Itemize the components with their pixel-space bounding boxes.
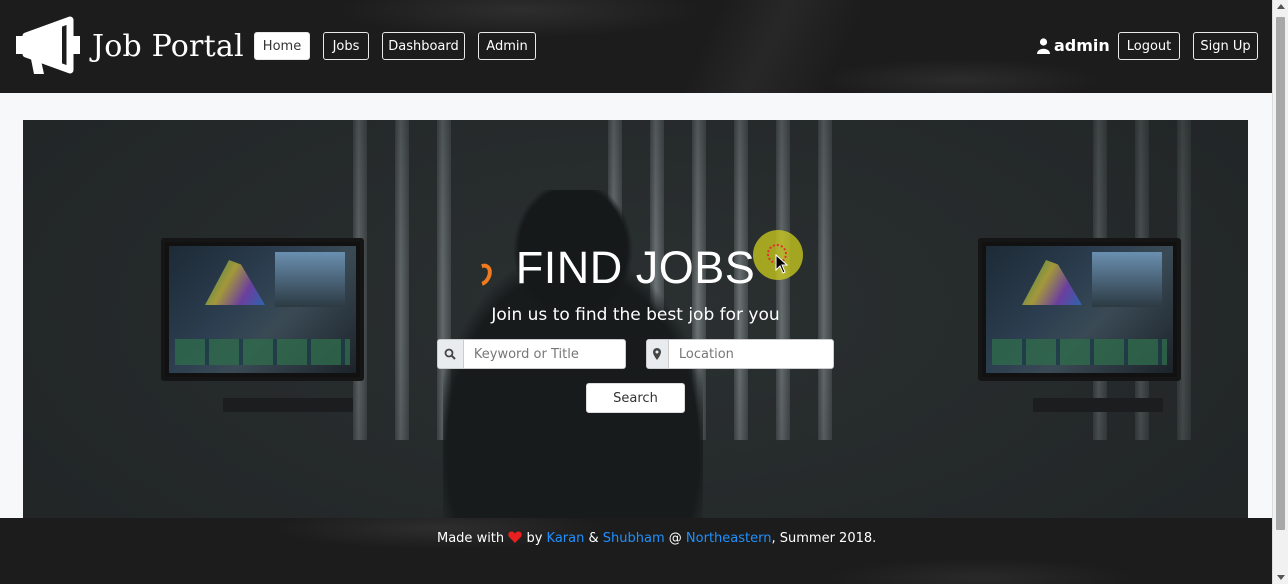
brand[interactable]: Job Portal: [12, 16, 244, 76]
scroll-down-arrow-icon[interactable]: [1277, 575, 1285, 580]
footer-at: @: [668, 531, 682, 546]
hero-title: FIND JOBS: [515, 242, 756, 293]
keyword-input[interactable]: [463, 340, 625, 368]
logout-button[interactable]: Logout: [1118, 32, 1180, 60]
footer: Made with by Karan & Shubham @ Northeast…: [0, 518, 1272, 584]
user-name: admin: [1054, 36, 1110, 55]
location-input[interactable]: [668, 340, 833, 368]
nav-dashboard-button[interactable]: Dashboard: [382, 32, 465, 60]
search-button[interactable]: Search: [586, 383, 685, 413]
search-icon: [445, 348, 457, 360]
nav-jobs-button[interactable]: Jobs: [323, 32, 369, 60]
current-user[interactable]: admin: [1037, 36, 1110, 55]
map-marker-icon: [653, 348, 662, 360]
signup-button[interactable]: Sign Up: [1193, 32, 1258, 60]
footer-made-with: Made with: [437, 531, 505, 546]
megaphone-icon: [16, 16, 80, 74]
author-link-shubham[interactable]: Shubham: [603, 531, 665, 546]
hero-subtitle: Join us to find the best job for you: [491, 305, 780, 325]
location-input-group: [646, 339, 834, 369]
org-link-northeastern[interactable]: Northeastern: [686, 531, 772, 546]
author-link-karan[interactable]: Karan: [547, 531, 585, 546]
nav-admin-button[interactable]: Admin: [478, 32, 536, 60]
brand-title[interactable]: Job Portal: [92, 29, 244, 64]
footer-credits: Made with by Karan & Shubham @ Northeast…: [437, 531, 876, 546]
page-scrollbar[interactable]: [1272, 0, 1288, 584]
location-addon: [647, 340, 669, 368]
navbar: Job Portal Home Jobs Dashboard Admin adm…: [0, 0, 1272, 93]
keyword-addon: [438, 340, 464, 368]
footer-amp: &: [588, 531, 599, 546]
scrollbar-thumb[interactable]: [1276, 17, 1285, 530]
user-icon: [1037, 37, 1050, 54]
nav-home-button[interactable]: Home: [254, 32, 310, 60]
hero-section: FIND JOBS Join us to find the best job f…: [23, 120, 1248, 518]
keyword-input-group: [437, 339, 626, 369]
footer-tail: , Summer 2018.: [771, 531, 877, 546]
mouse-cursor-icon: [775, 254, 789, 274]
scroll-up-arrow-icon[interactable]: [1277, 4, 1285, 9]
footer-by: by: [526, 531, 543, 546]
footer-background-texture: [0, 518, 1272, 584]
heart-icon: [508, 531, 522, 543]
